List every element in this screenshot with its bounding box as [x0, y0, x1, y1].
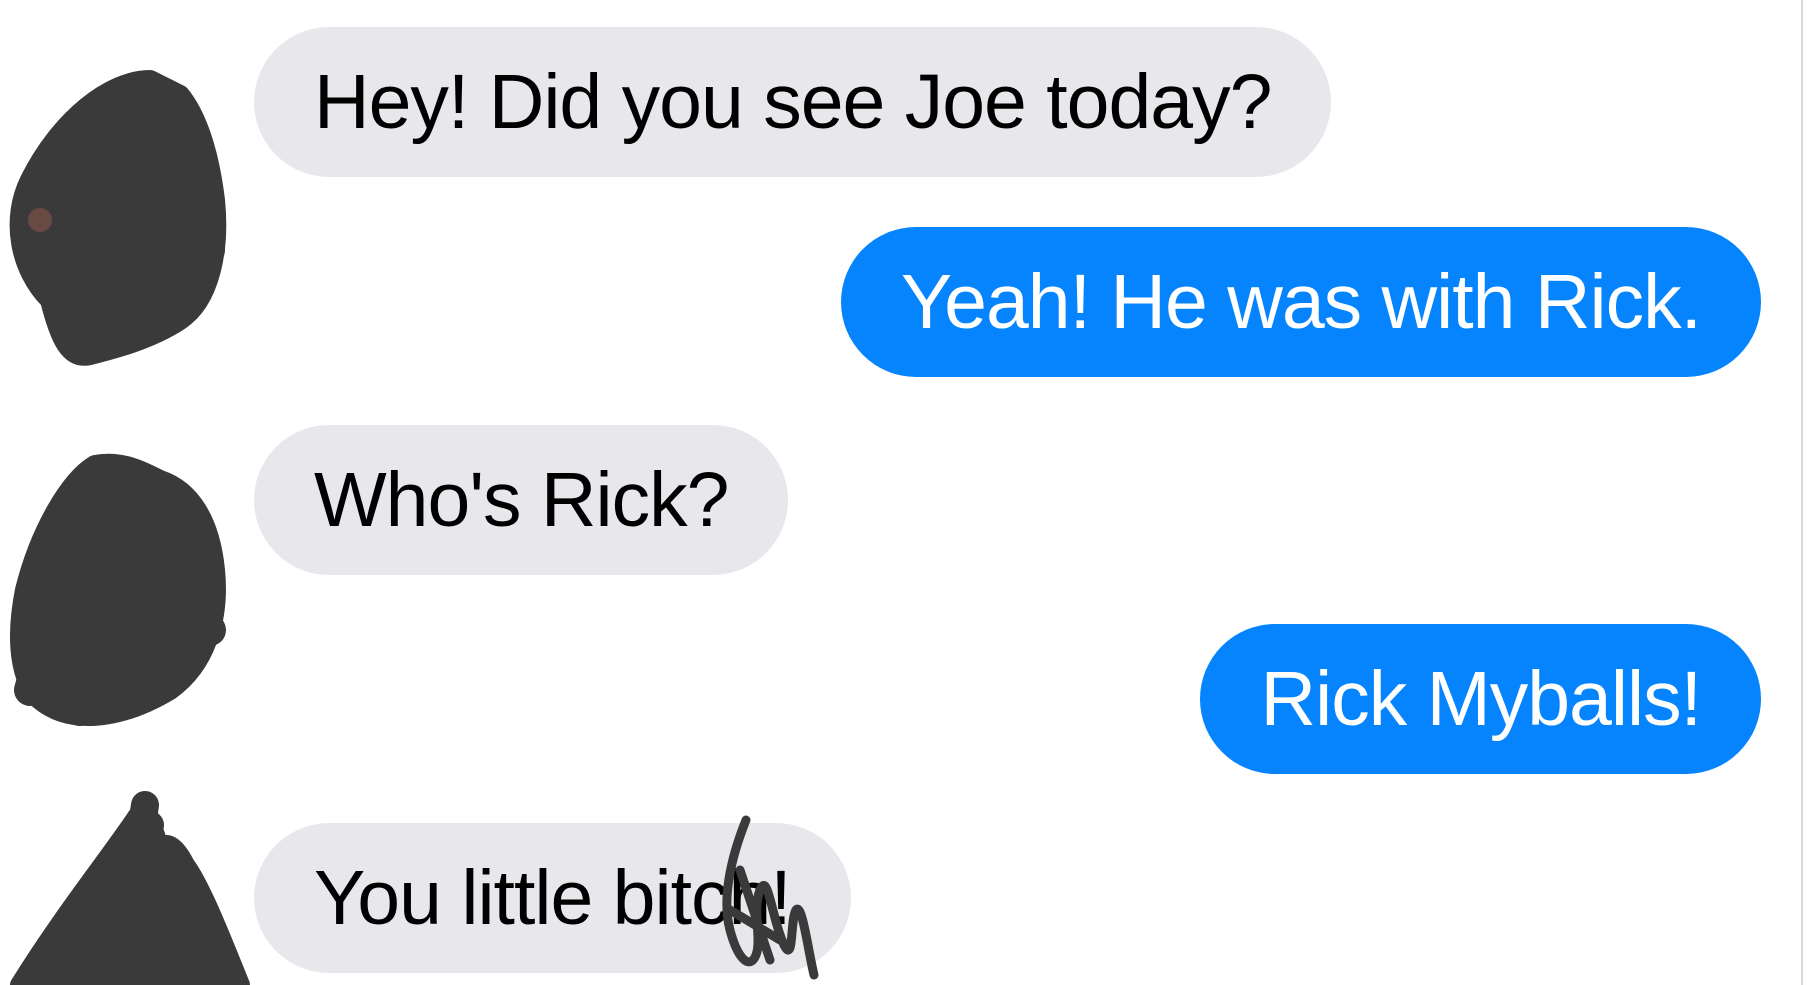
message-bubble-outgoing[interactable]: Rick Myballs! [1200, 624, 1761, 774]
message-text: Rick Myballs! [1260, 656, 1702, 742]
redacted-avatar-icon [9, 70, 227, 366]
message-text: You little bitch! [314, 855, 792, 941]
message-text: Hey! Did you see Joe today? [314, 59, 1272, 145]
message-text: Yeah! He was with Rick. [900, 259, 1702, 345]
message-bubble-incoming[interactable]: You little bitch! [254, 823, 851, 973]
message-bubble-incoming[interactable]: Who's Rick? [254, 425, 789, 575]
chat-panel-edge [1801, 0, 1803, 985]
message-bubble-outgoing[interactable]: Yeah! He was with Rick. [840, 227, 1761, 377]
message-bubble-incoming[interactable]: Hey! Did you see Joe today? [254, 27, 1332, 177]
redacted-avatar-icon [10, 791, 250, 985]
message-text: Who's Rick? [314, 457, 729, 543]
redacted-avatar-icon [10, 453, 226, 726]
